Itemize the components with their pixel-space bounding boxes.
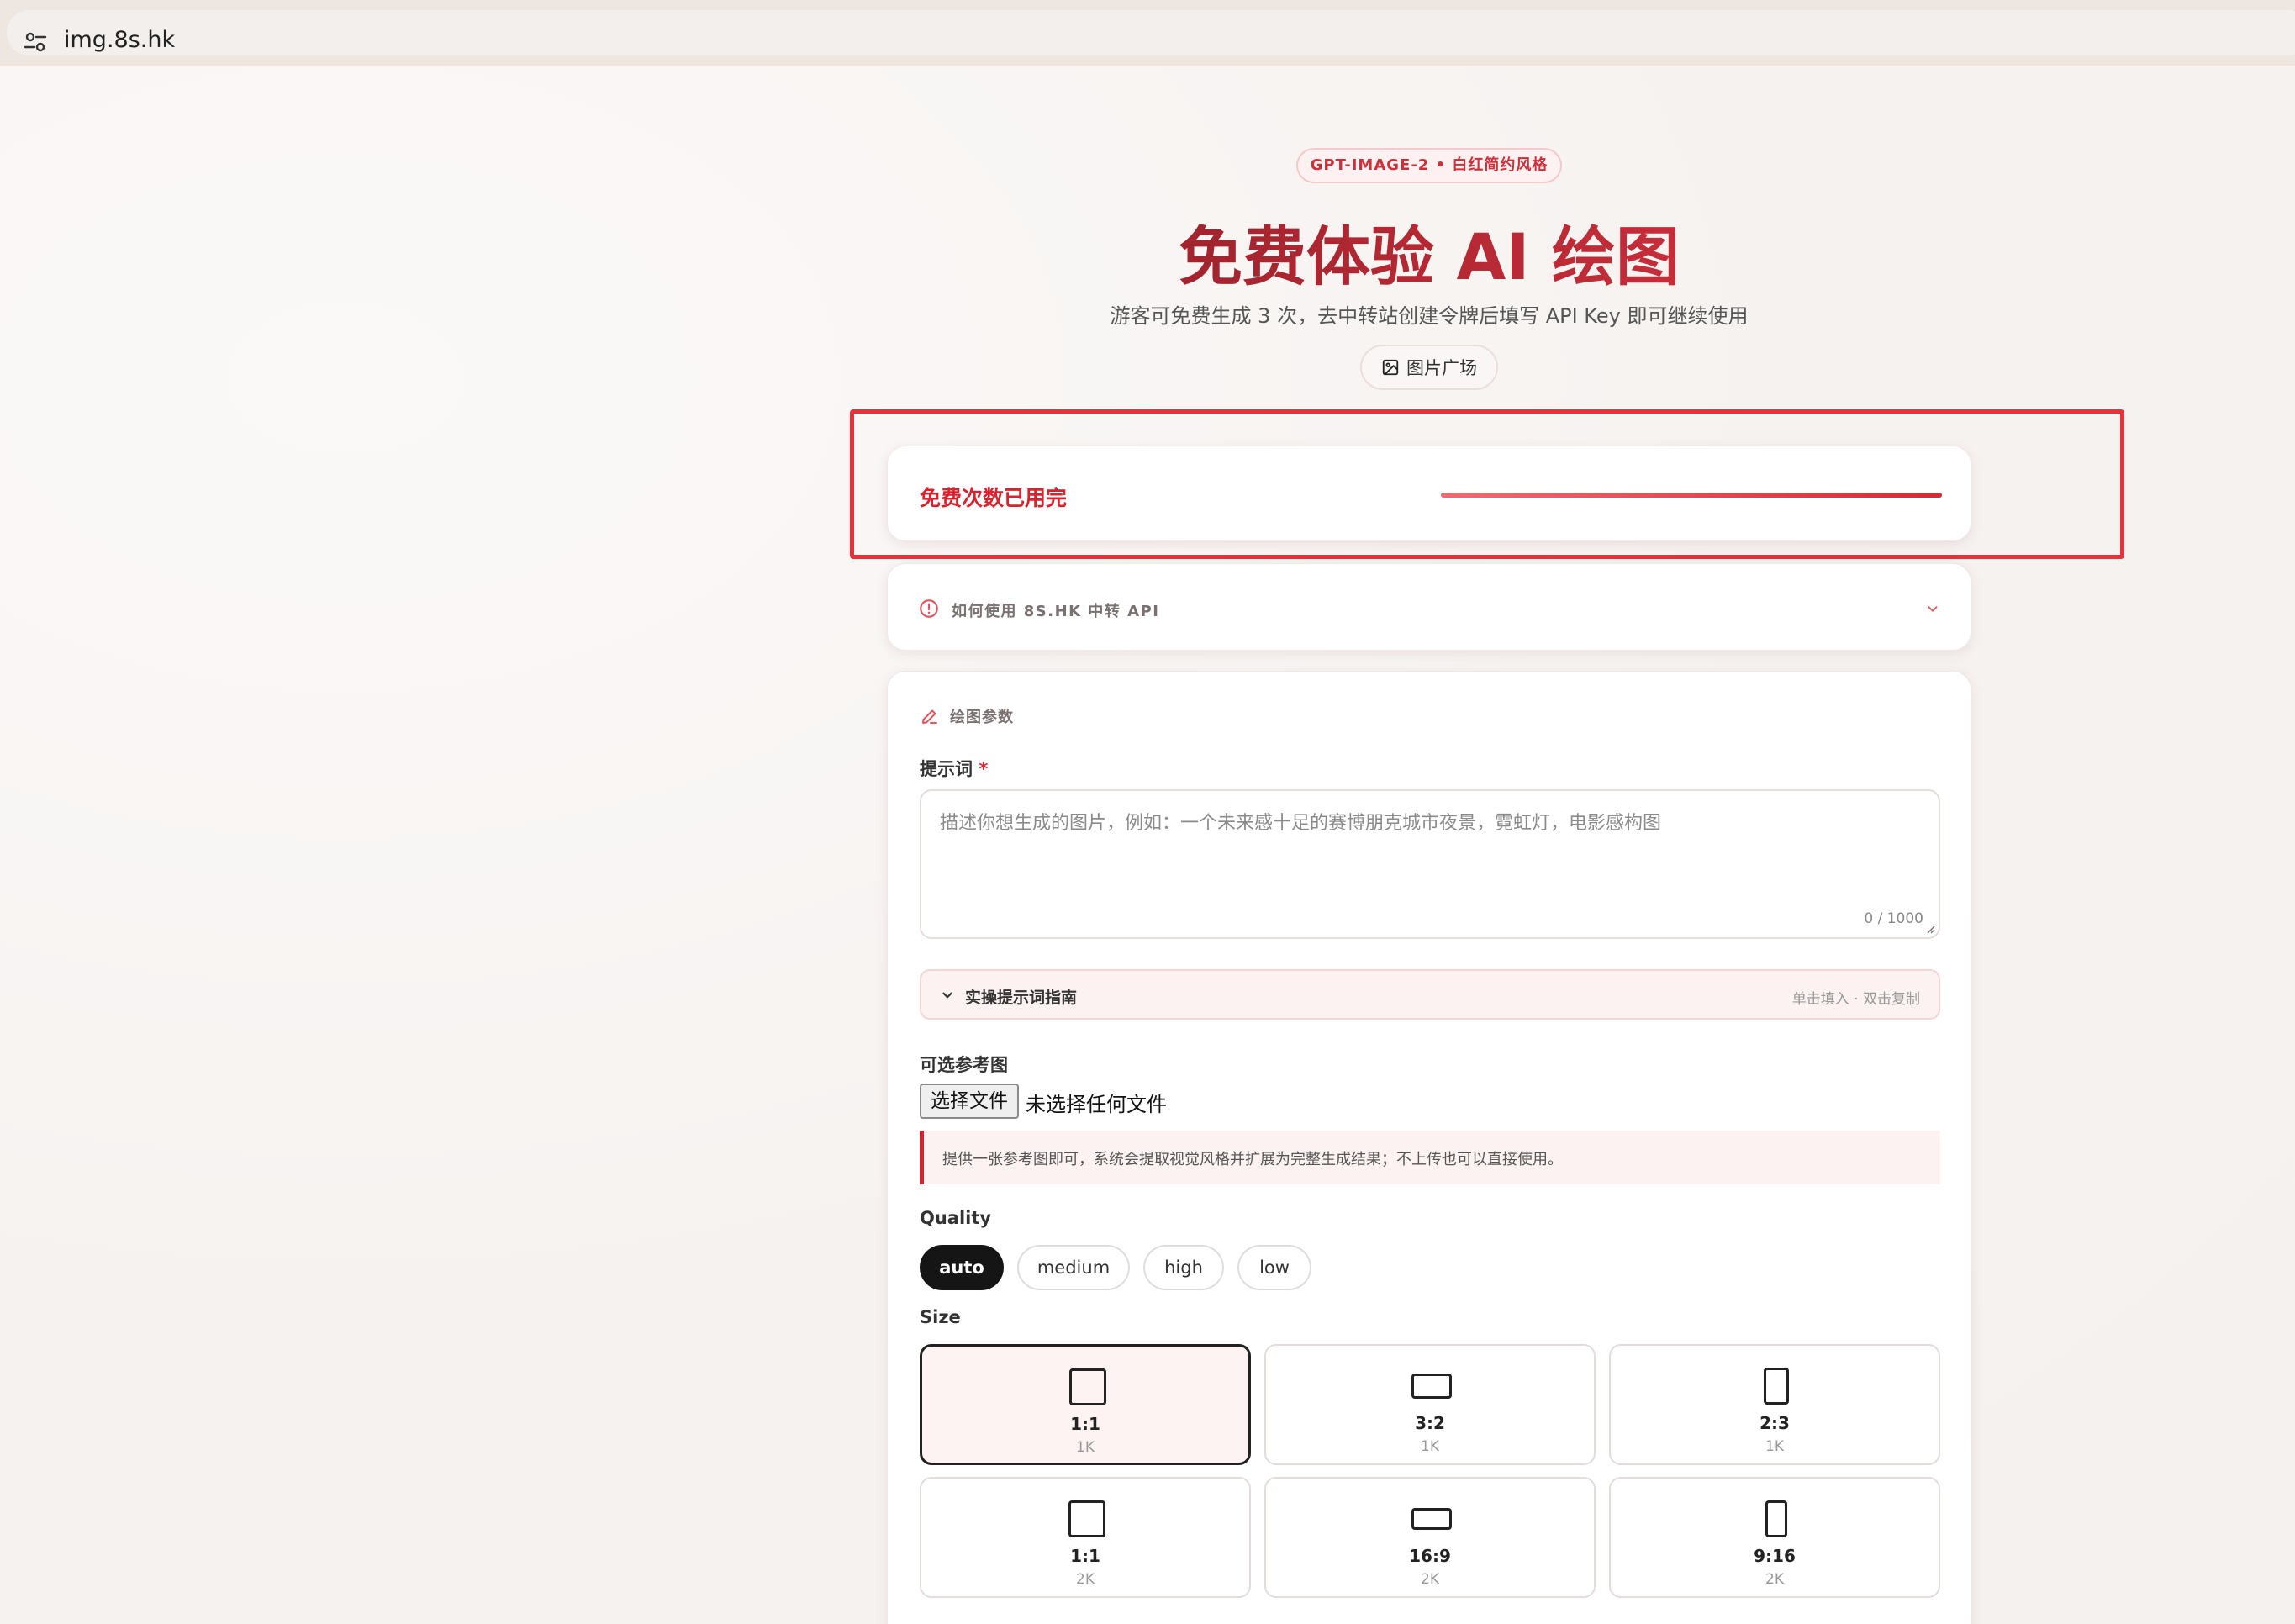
chevron-down-icon[interactable] [1923, 599, 1942, 618]
page-subtitle: 游客可免费生成 3 次，去中转站创建令牌后填写 API Key 即可继续使用 [1110, 304, 1749, 328]
size-resolution: 1K [1421, 1438, 1439, 1455]
prompt-placeholder: 描述你想生成的图片，例如：一个未来感十足的赛博朋克城市夜景，霓虹灯，电影感构图 [940, 813, 1662, 834]
gallery-button-label: 图片广场 [1406, 358, 1477, 378]
model-badge: GPT-IMAGE-2 • 白红简约风格 [1296, 148, 1562, 183]
size-option-2x3-1k[interactable]: 2:3 1K [1609, 1344, 1940, 1465]
params-card: 绘图参数 提示词 * 描述你想生成的图片，例如：一个未来感十足的赛博朋克城市夜景… [887, 671, 1971, 1624]
aspect-ratio-icon [1411, 1374, 1452, 1399]
quality-option-high[interactable]: high [1143, 1245, 1224, 1290]
info-circle-icon [920, 599, 938, 618]
aspect-ratio-icon [1068, 1500, 1105, 1537]
url-text[interactable]: img.8s.hk [64, 27, 175, 53]
browser-address-bar: img.8s.hk [0, 0, 2295, 66]
url-field[interactable]: img.8s.hk [7, 10, 2295, 55]
chevron-down-icon [942, 992, 952, 999]
file-status: 未选择任何文件 [1026, 1093, 1167, 1116]
page-title: 免费体验 AI 绘图 [925, 205, 1934, 298]
howto-label: 如何使用 8S.HK 中转 API [952, 603, 1160, 620]
size-option-1x1-2k[interactable]: 1:1 2K [920, 1477, 1251, 1598]
size-option-3x2-1k[interactable]: 3:2 1K [1264, 1344, 1596, 1465]
annotation-highlight-box [850, 409, 2124, 559]
size-ratio: 2:3 [1760, 1413, 1790, 1433]
prompt-label-text: 提示词 [920, 759, 973, 779]
image-icon [1382, 359, 1399, 376]
size-option-9x16-2k[interactable]: 9:16 2K [1609, 1477, 1940, 1598]
size-resolution: 2K [1076, 1571, 1095, 1588]
size-resolution: 2K [1765, 1571, 1784, 1588]
params-section-title: 绘图参数 [950, 709, 1014, 726]
quality-label: Quality [920, 1208, 992, 1228]
aspect-ratio-icon [1764, 1368, 1789, 1405]
gallery-button[interactable]: 图片广场 [1360, 345, 1498, 390]
size-label: Size [920, 1307, 961, 1327]
aspect-ratio-icon [1411, 1508, 1452, 1530]
size-ratio: 1:1 [1070, 1546, 1100, 1566]
quality-option-medium[interactable]: medium [1017, 1245, 1130, 1290]
choose-file-button[interactable]: 选择文件 [920, 1084, 1019, 1119]
required-mark: * [979, 759, 989, 779]
reference-tip: 提供一张参考图即可，系统会提取视觉风格并扩展为完整生成结果；不上传也可以直接使用… [920, 1131, 1940, 1184]
prompt-label: 提示词 * [920, 756, 988, 781]
reference-tip-text: 提供一张参考图即可，系统会提取视觉风格并扩展为完整生成结果；不上传也可以直接使用… [942, 1151, 1563, 1168]
size-resolution: 1K [1765, 1438, 1784, 1455]
size-ratio: 3:2 [1415, 1413, 1445, 1433]
params-section-header: 绘图参数 [920, 705, 1014, 727]
pencil-icon [922, 709, 937, 724]
reference-image-label: 可选参考图 [920, 1055, 1008, 1075]
aspect-ratio-icon [1765, 1500, 1787, 1537]
size-resolution: 2K [1421, 1571, 1439, 1588]
prompt-guide-accordion[interactable]: 实操提示词指南 单击填入 · 双击复制 [920, 969, 1940, 1020]
site-settings-icon[interactable] [22, 29, 49, 55]
quality-option-low[interactable]: low [1237, 1245, 1311, 1290]
size-ratio: 16:9 [1409, 1546, 1451, 1566]
aspect-ratio-icon [1069, 1368, 1106, 1405]
guide-title: 实操提示词指南 [965, 989, 1078, 1007]
quality-options: auto medium high low [920, 1245, 1311, 1290]
prompt-char-counter: 0 / 1000 [1864, 910, 1923, 927]
size-resolution: 1K [1076, 1439, 1095, 1456]
quality-option-auto[interactable]: auto [920, 1245, 1004, 1290]
howto-accordion[interactable]: 如何使用 8S.HK 中转 API [887, 563, 1971, 651]
guide-hint: 单击填入 · 双击复制 [1791, 991, 1920, 1008]
size-ratio: 1:1 [1070, 1414, 1100, 1434]
resize-handle-icon[interactable] [1925, 924, 1935, 934]
size-option-1x1-1k[interactable]: 1:1 1K [920, 1344, 1251, 1465]
size-option-16x9-2k[interactable]: 16:9 2K [1264, 1477, 1596, 1598]
size-ratio: 9:16 [1754, 1546, 1796, 1566]
prompt-textarea[interactable]: 描述你想生成的图片，例如：一个未来感十足的赛博朋克城市夜景，霓虹灯，电影感构图 … [920, 789, 1940, 939]
